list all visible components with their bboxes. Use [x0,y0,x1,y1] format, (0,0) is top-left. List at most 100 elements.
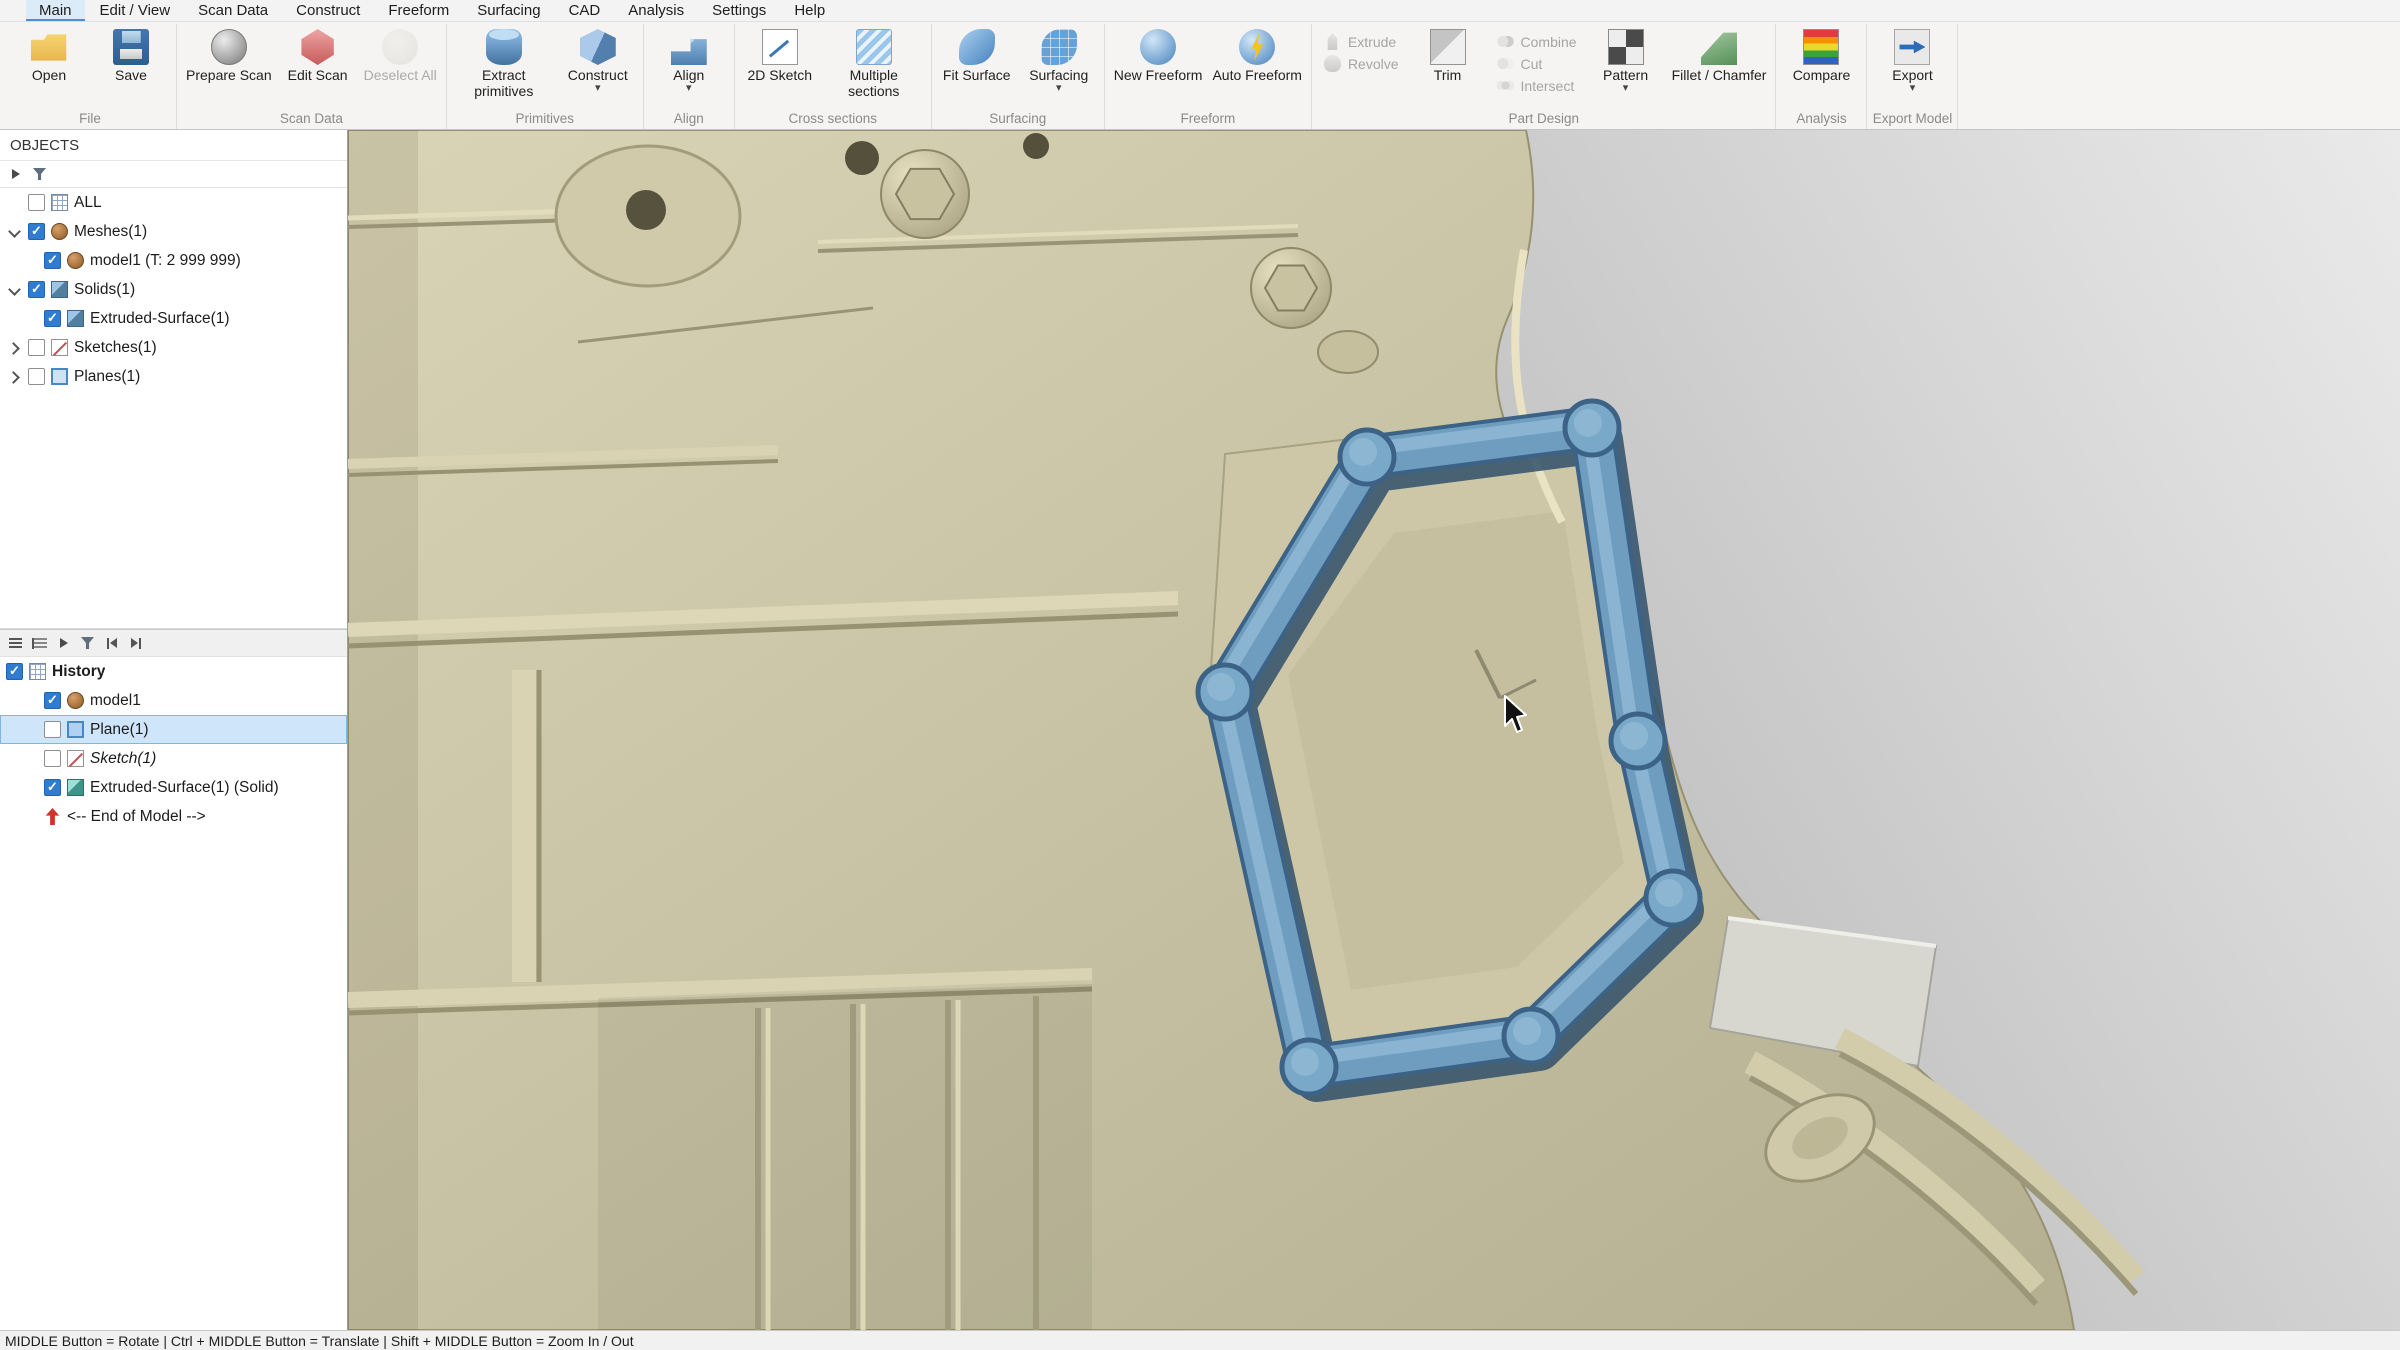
fit-surface-icon [959,29,995,65]
intersect-icon [1497,77,1514,94]
skip-last-icon[interactable] [125,633,146,654]
checkbox[interactable] [28,368,45,385]
auto-freeform-button[interactable]: Auto Freeform [1208,24,1305,83]
save-button[interactable]: Save [91,24,171,83]
history-item-history[interactable]: History [0,657,347,686]
tree-view-icon[interactable] [29,633,50,654]
history-item-plane[interactable]: Plane(1) [0,715,347,744]
solid-icon [51,281,68,298]
edit-scan-icon [300,29,336,65]
menu-help[interactable]: Help [781,0,838,21]
tree-item-extruded-surface[interactable]: Extruded-Surface(1) [0,304,347,333]
chevron-down-icon[interactable] [6,282,22,298]
intersect-button[interactable]: Intersect [1492,76,1582,95]
play-icon[interactable] [53,633,74,654]
sketch-icon [51,339,68,356]
menu-cad[interactable]: CAD [556,0,614,21]
edit-scan-button[interactable]: Edit Scan [278,24,358,83]
extrude-button[interactable]: Extrude [1319,32,1404,51]
menu-scan-data[interactable]: Scan Data [185,0,281,21]
surfacing-button[interactable]: Surfacing [1019,24,1099,95]
combine-button[interactable]: Combine [1492,32,1582,51]
filter-icon[interactable] [29,164,50,185]
sketch-icon [67,750,84,767]
status-hint-text: MIDDLE Button = Rotate | Ctrl + MIDDLE B… [5,1333,634,1349]
3d-viewport[interactable] [348,130,2400,1330]
history-item-sketch[interactable]: Sketch(1) [0,744,347,773]
fillet-chamfer-button[interactable]: Fillet / Chamfer [1668,24,1771,83]
chevron-right-icon[interactable] [6,369,22,385]
checkbox[interactable] [44,692,61,709]
menu-freeform[interactable]: Freeform [375,0,462,21]
align-icon [671,29,707,65]
cut-button[interactable]: Cut [1492,54,1582,73]
play-icon[interactable] [5,164,26,185]
construct-button[interactable]: Construct [558,24,638,95]
extrude-icon [1324,33,1341,50]
multiple-sections-icon [856,29,892,65]
status-bar: MIDDLE Button = Rotate | Ctrl + MIDDLE B… [0,1330,2400,1350]
checkbox[interactable] [28,223,45,240]
left-sidebar: OBJECTS ALL Meshes(1) [0,130,348,1330]
compare-button[interactable]: Compare [1781,24,1861,83]
menu-construct[interactable]: Construct [283,0,373,21]
viewport-canvas[interactable] [348,130,2400,1330]
checkbox[interactable] [44,252,61,269]
history-item-extruded-surface[interactable]: Extruded-Surface(1) (Solid) [0,773,347,802]
checkbox[interactable] [28,194,45,211]
checkbox[interactable] [44,779,61,796]
history-item-model1[interactable]: model1 [0,686,347,715]
trim-icon [1430,29,1466,65]
compare-icon [1803,29,1839,65]
open-button[interactable]: Open [9,24,89,83]
tree-item-solids[interactable]: Solids(1) [0,275,347,304]
menu-analysis[interactable]: Analysis [615,0,697,21]
objects-tree: ALL Meshes(1) model1 (T: 2 999 999) [0,188,347,629]
2d-sketch-icon [762,29,798,65]
export-button[interactable]: Export [1872,24,1952,95]
filter-icon[interactable] [77,633,98,654]
prepare-scan-button[interactable]: Prepare Scan [182,24,276,83]
menu-main[interactable]: Main [26,0,85,21]
new-freeform-button[interactable]: New Freeform [1110,24,1207,83]
ribbon-group-analysis: Compare Analysis [1776,24,1867,129]
tree-item-all[interactable]: ALL [0,188,347,217]
revolve-button[interactable]: Revolve [1319,54,1404,73]
objects-panel-title: OBJECTS [0,130,347,160]
checkbox[interactable] [44,310,61,327]
2d-sketch-button[interactable]: 2D Sketch [740,24,820,83]
tree-item-model1[interactable]: model1 (T: 2 999 999) [0,246,347,275]
skip-first-icon[interactable] [101,633,122,654]
fit-surface-button[interactable]: Fit Surface [937,24,1017,83]
chevron-down-icon [1910,83,1916,95]
menu-settings[interactable]: Settings [699,0,779,21]
pattern-button[interactable]: Pattern [1586,24,1666,95]
multiple-sections-button[interactable]: Multiple sections [822,24,926,99]
history-tree: History model1 Plane(1) Sketch(1) [0,657,347,1330]
checkbox[interactable] [44,721,61,738]
checkbox[interactable] [44,750,61,767]
chevron-right-icon[interactable] [6,340,22,356]
tree-item-planes[interactable]: Planes(1) [0,362,347,391]
tree-item-sketches[interactable]: Sketches(1) [0,333,347,362]
fillet-chamfer-icon [1701,29,1737,65]
chevron-down-icon[interactable] [6,224,22,240]
solid-icon [67,310,84,327]
tree-item-meshes[interactable]: Meshes(1) [0,217,347,246]
deselect-all-button[interactable]: Deselect All [360,24,441,83]
align-button[interactable]: Align [649,24,729,95]
chevron-down-icon [686,83,692,95]
menu-edit-view[interactable]: Edit / View [87,0,184,21]
history-panel-toolbar [0,629,347,657]
prepare-scan-icon [211,29,247,65]
list-view-icon[interactable] [5,633,26,654]
checkbox[interactable] [28,339,45,356]
checkbox[interactable] [6,663,23,680]
end-of-model-icon [44,808,61,825]
history-item-end-of-model[interactable]: <-- End of Model --> [0,802,347,831]
extract-primitives-button[interactable]: Extract primitives [452,24,556,99]
checkbox[interactable] [28,281,45,298]
trim-button[interactable]: Trim [1408,24,1488,83]
chevron-down-icon [1623,83,1629,95]
menu-surfacing[interactable]: Surfacing [464,0,553,21]
